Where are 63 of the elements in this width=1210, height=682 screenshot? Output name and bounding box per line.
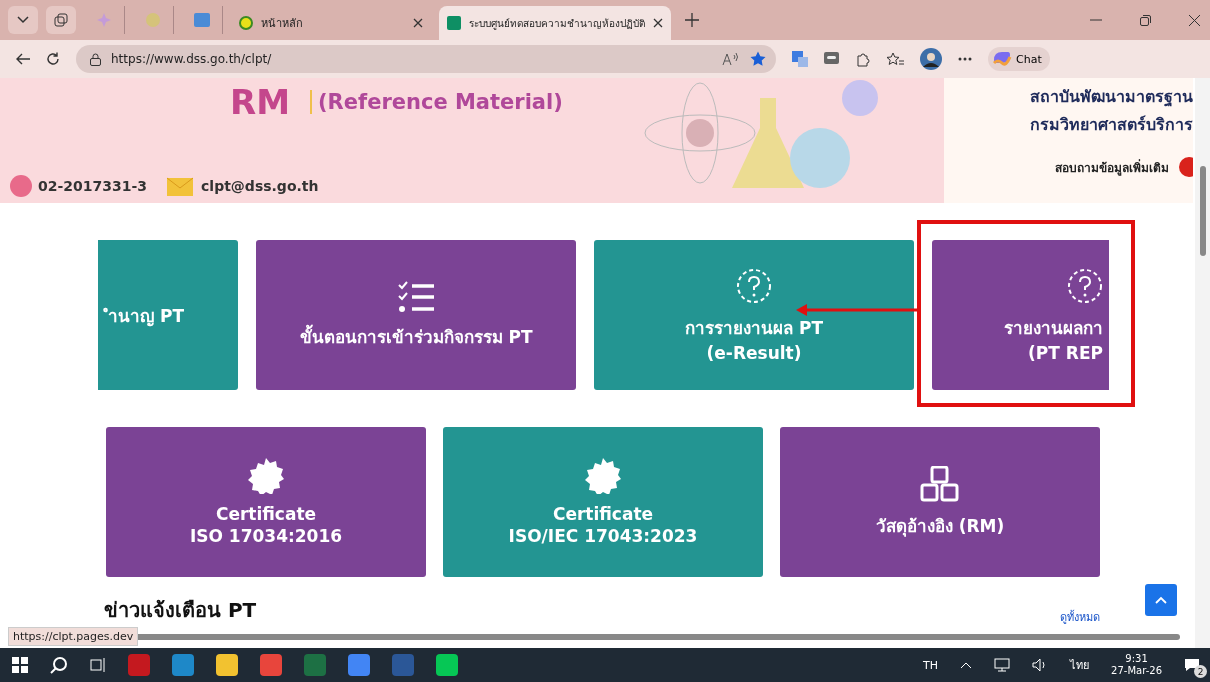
- read-aloud-icon[interactable]: [722, 52, 740, 66]
- checklist-icon: [398, 280, 434, 313]
- more-icon[interactable]: [958, 57, 972, 61]
- question-circle-icon: [1067, 267, 1103, 304]
- cubes-icon: [920, 465, 960, 502]
- banner-subtitle: (Reference Material): [310, 90, 563, 114]
- close-icon[interactable]: [1189, 14, 1200, 26]
- stacked-squares-icon: [54, 13, 68, 27]
- translate-icon[interactable]: [792, 51, 808, 67]
- workspaces-button[interactable]: [46, 6, 76, 34]
- chat-bubble-icon[interactable]: [824, 52, 839, 66]
- organization-name: สถาบันพัฒนามาตรฐาน: [1030, 86, 1193, 109]
- question-circle-icon: [736, 267, 772, 304]
- language-indicator[interactable]: TH: [923, 658, 939, 672]
- notification-count: 2: [1194, 665, 1207, 678]
- seal-icon: [585, 458, 621, 494]
- back-icon[interactable]: [16, 53, 30, 65]
- sparkle-icon: [97, 13, 111, 27]
- favorites-icon[interactable]: [886, 51, 904, 67]
- organization-name: กรมวิทยาศาสตร์บริการ: [1030, 114, 1193, 136]
- browser-tab[interactable]: หน้าหลัก: [231, 6, 431, 40]
- banner-title: RM: [230, 82, 290, 122]
- chat-button[interactable]: Chat: [988, 47, 1050, 71]
- close-icon[interactable]: [653, 18, 663, 28]
- status-url-tooltip: https://clpt.pages.dev: [8, 627, 139, 646]
- menu-card[interactable]: วัสดุอ้างอิง (RM): [780, 427, 1100, 577]
- menu-card[interactable]: ขั้นตอนการเข้าร่วมกิจกรรม PT: [256, 240, 576, 390]
- envelope-icon: [167, 176, 196, 196]
- windows-start-icon[interactable]: [12, 657, 28, 673]
- chevron-up-icon[interactable]: [960, 661, 973, 669]
- seal-icon: [248, 458, 284, 494]
- contact-label: สอบถามข้อมูลเพิ่มเติม: [1055, 158, 1169, 177]
- clock-time[interactable]: 9:31: [1125, 653, 1148, 665]
- menu-card[interactable]: ำนาญ PT: [98, 240, 238, 390]
- menu-card[interactable]: รายงานผลกา (PT REP: [932, 240, 1109, 390]
- vertical-scrollbar[interactable]: [1195, 78, 1210, 648]
- menu-card[interactable]: การรายงานผล PT (e-Result): [594, 240, 914, 390]
- search-icon[interactable]: [50, 656, 68, 674]
- close-icon[interactable]: [413, 18, 423, 28]
- chevron-down-icon: [17, 16, 29, 24]
- tab-list-button[interactable]: [8, 6, 38, 34]
- notification-icon[interactable]: [1184, 658, 1200, 672]
- menu-card[interactable]: Certificate ISO/IEC 17043:2023: [443, 427, 763, 577]
- star-icon[interactable]: [750, 51, 766, 67]
- clock-date[interactable]: 27-Mar-26: [1111, 665, 1162, 677]
- input-method-indicator[interactable]: ไทย: [1070, 656, 1090, 674]
- avatar-icon[interactable]: [920, 48, 942, 70]
- phone-number: 02-2017331-3: [38, 178, 148, 194]
- new-tab-icon[interactable]: [685, 13, 699, 27]
- scroll-to-top-button[interactable]: [1145, 584, 1177, 616]
- restore-icon[interactable]: [1140, 14, 1151, 26]
- circle-logo-icon: [239, 16, 253, 30]
- address-bar[interactable]: https://www.dss.go.th/clpt/: [76, 45, 776, 73]
- lock-icon: [90, 52, 101, 66]
- task-view-icon[interactable]: [90, 657, 106, 673]
- menu-card[interactable]: Certificate ISO 17034:2016: [106, 427, 426, 577]
- view-all-link[interactable]: ดูทั้งหมด: [1060, 608, 1100, 626]
- circle-logo-icon: [145, 12, 161, 28]
- browser-tab[interactable]: ระบบศูนย์ทดสอบความชำนาญห้องปฏิบัติ: [439, 6, 671, 40]
- email-address: clpt@dss.go.th: [201, 178, 319, 194]
- chevron-up-icon: [1155, 596, 1167, 604]
- section-heading: ข่าวแจ้งเตือน PT: [104, 597, 257, 624]
- refresh-icon[interactable]: [46, 52, 60, 66]
